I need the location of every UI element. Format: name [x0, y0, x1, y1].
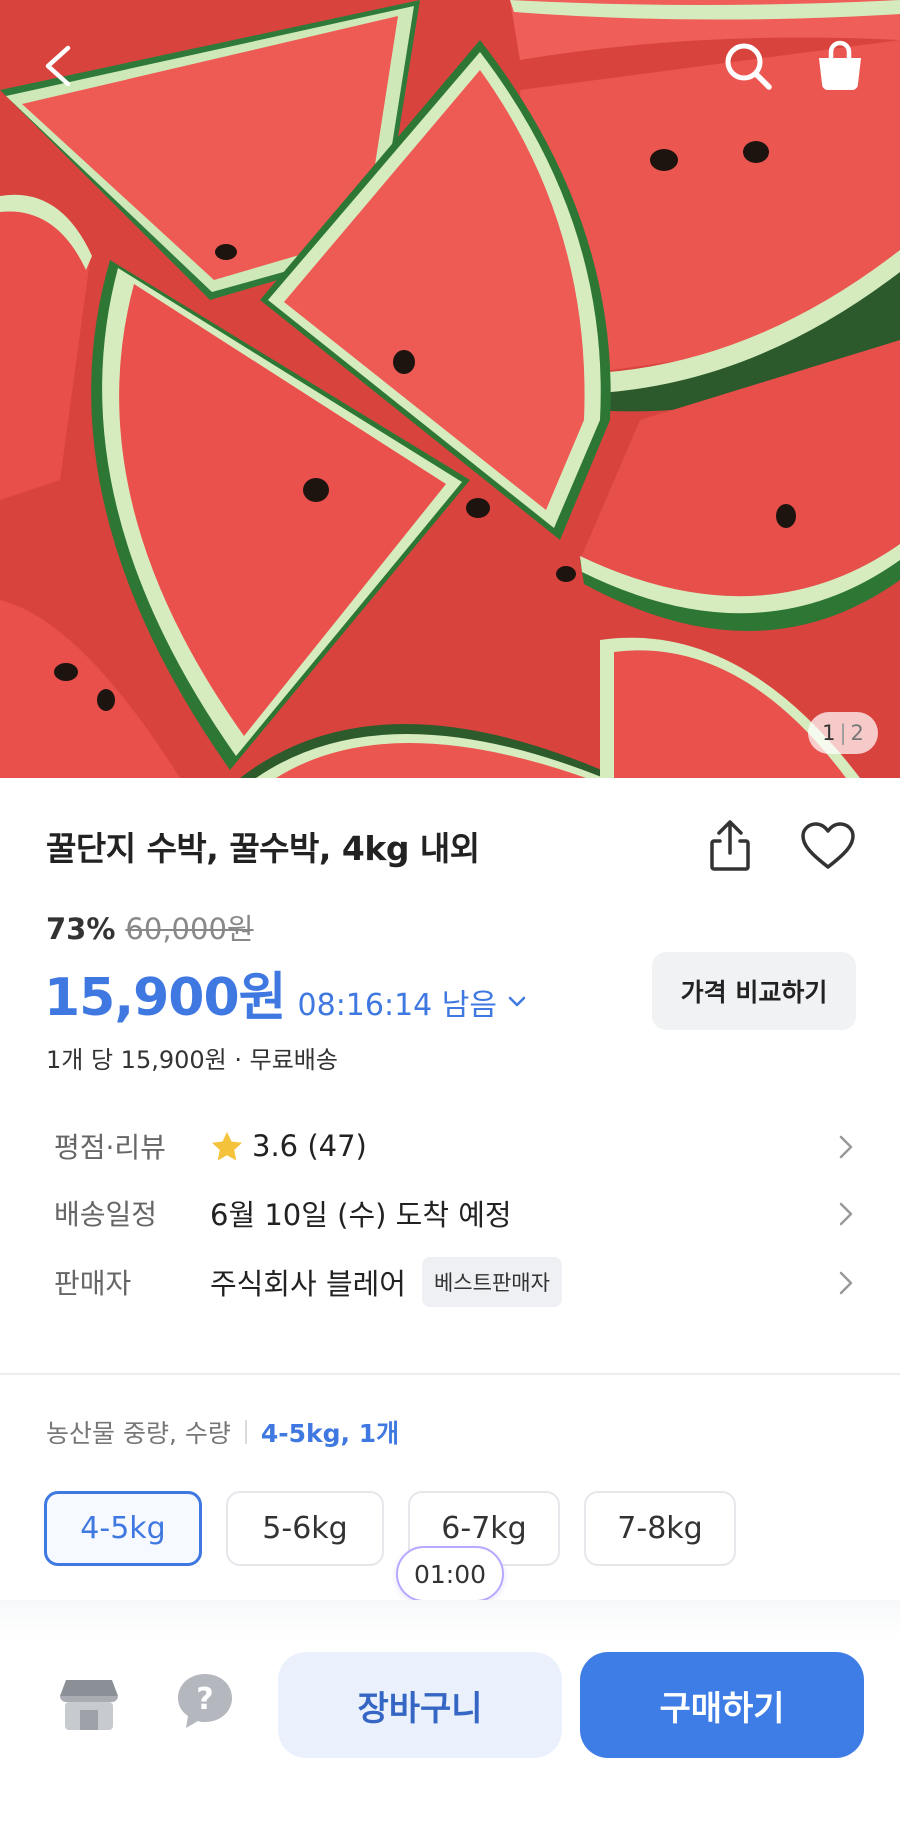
chevron-right-icon: [839, 1202, 853, 1226]
rating-value: 3.6 (47): [210, 1129, 367, 1163]
chevron-right-icon: [839, 1135, 853, 1159]
counter-total: 2: [850, 721, 864, 745]
option-7-8kg[interactable]: 7-8kg: [584, 1491, 736, 1566]
image-counter: 1 | 2: [808, 712, 878, 754]
option-label: 농산물 중량, 수량: [46, 1419, 231, 1448]
bottom-bar-shadow: [0, 1600, 900, 1640]
rating-review-row[interactable]: 평점·리뷰 3.6 (47): [54, 1116, 854, 1176]
chevron-left-icon: [45, 45, 71, 87]
option-divider: [244, 1420, 247, 1444]
sale-price: 15,900원: [44, 968, 287, 1028]
delivery-schedule-label: 배송일정: [54, 1198, 158, 1231]
price-compare-button[interactable]: 가격 비교하기: [652, 952, 856, 1030]
store-icon: [60, 1680, 118, 1730]
unit-price-shipping: 1개 당 15,900원 · 무료배송: [46, 1046, 338, 1074]
best-seller-badge: 베스트판매자: [421, 1257, 562, 1307]
product-title: 꿀단지 수박, 꿀수박, 4kg 내외: [46, 829, 480, 868]
share-button[interactable]: [700, 814, 760, 878]
discount-row: 73% 60,000원: [46, 906, 254, 948]
deal-timer-text: 08:16:14 남음: [297, 988, 497, 1023]
rating-text: 3.6 (47): [252, 1129, 367, 1163]
chevron-down-icon: [508, 996, 526, 1007]
option-4-5kg[interactable]: 4-5kg: [44, 1491, 202, 1566]
product-image-carousel[interactable]: 1 | 2: [0, 0, 900, 778]
search-button[interactable]: [716, 34, 780, 98]
seller-label: 판매자: [54, 1267, 132, 1300]
seller-info: 주식회사 블레어 베스트판매자: [210, 1257, 562, 1307]
inquiry-button[interactable]: ?: [174, 1670, 236, 1732]
counter-current: 1: [822, 721, 836, 745]
option-5-6kg[interactable]: 5-6kg: [226, 1491, 384, 1566]
delivery-schedule-row[interactable]: 배송일정 6월 10일 (수) 도착 예정: [54, 1183, 854, 1243]
chevron-right-icon: [839, 1271, 853, 1295]
rating-review-label: 평점·리뷰: [54, 1131, 166, 1164]
svg-text:?: ?: [196, 1682, 213, 1717]
heart-icon: [801, 822, 855, 869]
countdown-pill: 01:00: [396, 1546, 504, 1602]
deal-timer[interactable]: 08:16:14 남음: [298, 980, 527, 1024]
wishlist-button[interactable]: [796, 814, 860, 878]
shopping-bag-button[interactable]: [808, 34, 872, 98]
selected-option-summary: 4-5kg, 1개: [260, 1419, 400, 1448]
original-price: 60,000원: [125, 912, 254, 946]
search-icon: [725, 43, 772, 90]
store-button[interactable]: [58, 1676, 120, 1732]
star-icon: [212, 1132, 242, 1161]
delivery-date: 6월 10일 (수) 도착 예정: [210, 1198, 512, 1232]
watermelon-photo: [0, 0, 900, 778]
shopping-bag-icon: [819, 40, 861, 90]
back-button[interactable]: [28, 34, 92, 98]
option-header: 농산물 중량, 수량 4-5kg, 1개: [46, 1414, 399, 1450]
discount-rate: 73%: [46, 912, 116, 946]
counter-separator: |: [839, 721, 847, 745]
price-row: 15,900원 08:16:14 남음: [44, 955, 527, 1030]
seller-name: 주식회사 블레어: [210, 1267, 406, 1301]
buy-now-button[interactable]: 구매하기: [580, 1652, 864, 1758]
seller-row[interactable]: 판매자 주식회사 블레어 베스트판매자: [54, 1252, 854, 1312]
share-icon: [710, 820, 750, 871]
section-divider: [0, 1373, 900, 1375]
add-to-cart-button[interactable]: 장바구니: [278, 1652, 562, 1758]
question-icon: ?: [178, 1674, 232, 1728]
